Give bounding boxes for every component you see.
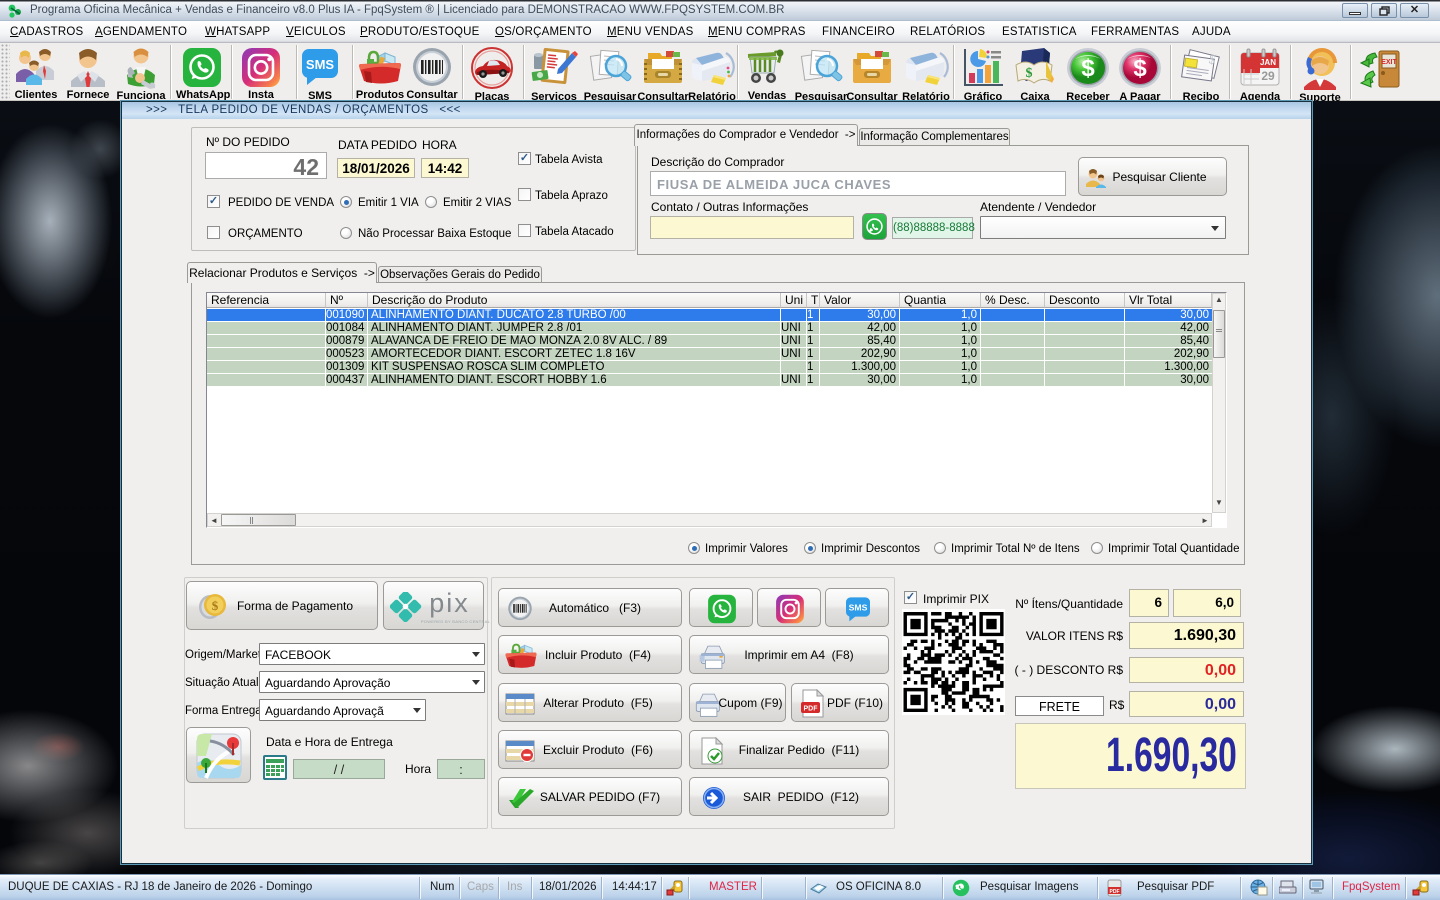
svg-text:PDF: PDF — [1110, 889, 1120, 895]
svg-text:$: $ — [1133, 55, 1147, 82]
svg-text:JAN: JAN — [1260, 58, 1276, 67]
svg-text:$: $ — [1026, 66, 1033, 81]
svg-text:SMS: SMS — [306, 57, 335, 72]
svg-text:$: $ — [1081, 55, 1095, 82]
svg-text:29: 29 — [1261, 69, 1275, 83]
svg-text:SMS: SMS — [849, 603, 868, 613]
svg-text:EXIT: EXIT — [1381, 59, 1397, 66]
